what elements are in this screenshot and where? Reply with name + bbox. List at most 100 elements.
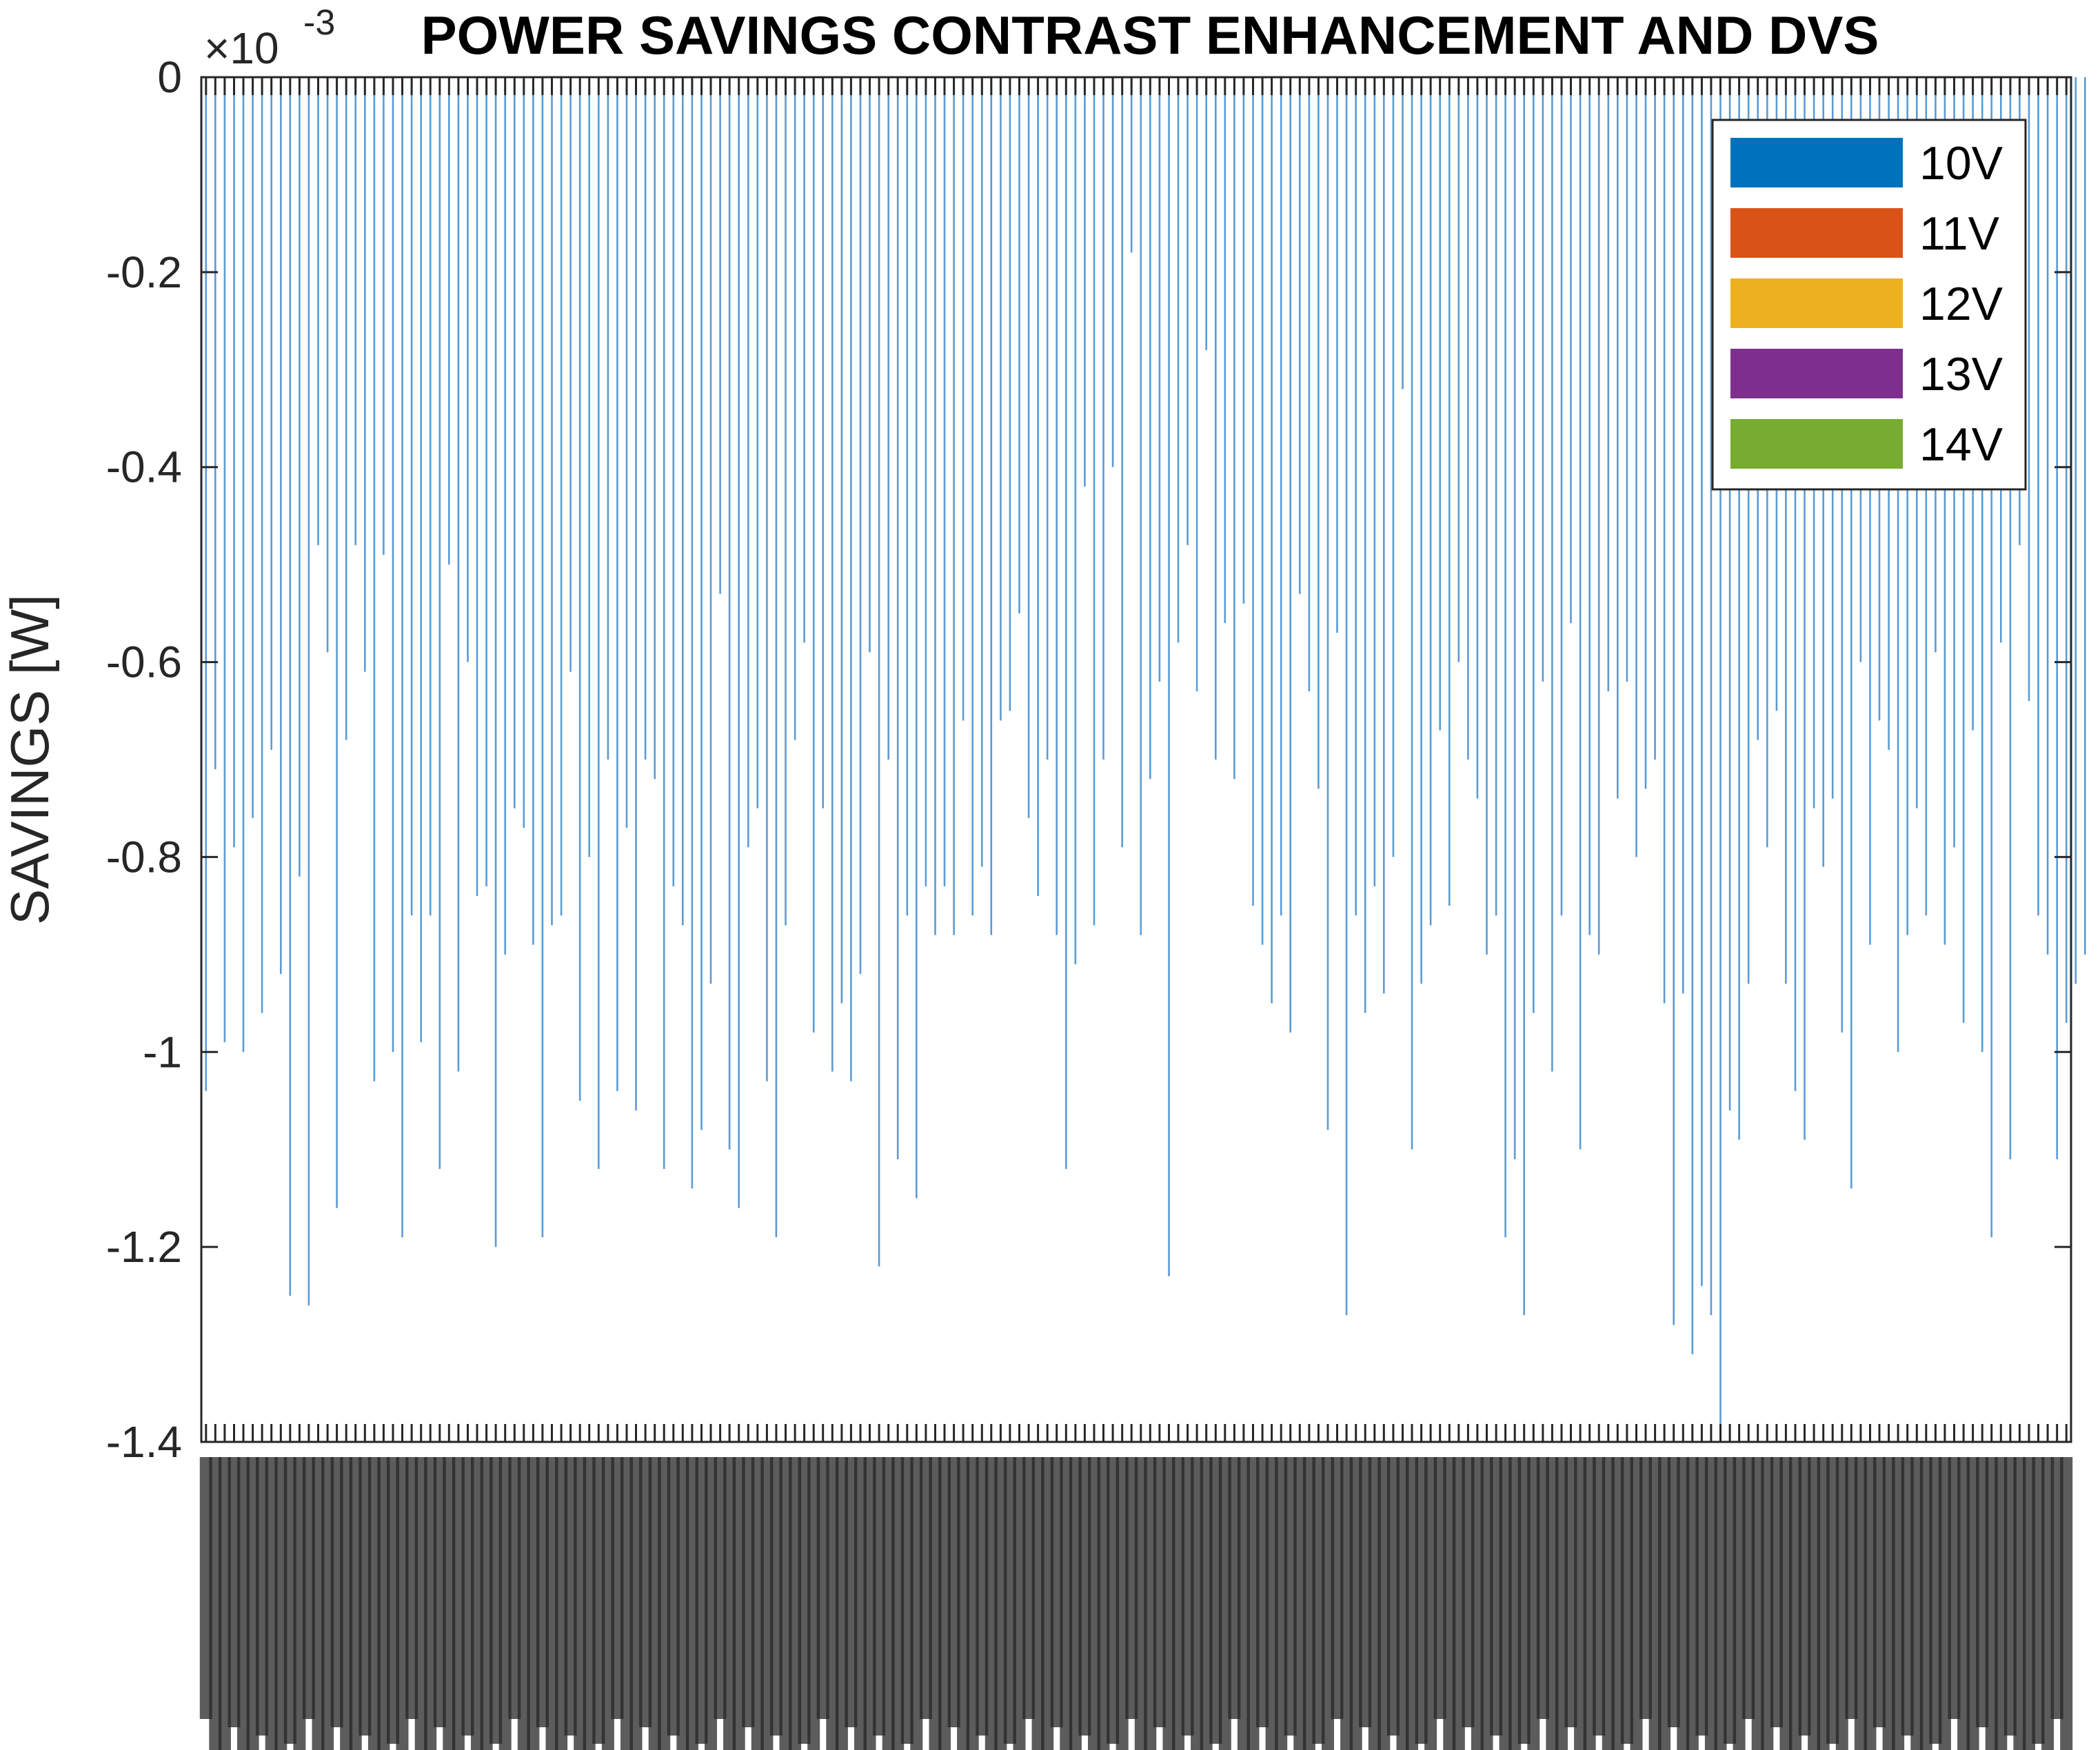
bar [1102, 77, 1104, 760]
bar [1130, 77, 1133, 253]
bar [691, 77, 694, 1189]
bar [261, 77, 263, 1013]
bar [1486, 77, 1488, 955]
legend-label: 10V [1919, 137, 2003, 190]
bar [551, 77, 553, 926]
bar [476, 77, 478, 896]
bar [738, 77, 740, 1208]
legend-label: 11V [1919, 207, 2000, 260]
bar [625, 77, 628, 828]
bar [1215, 77, 1217, 760]
bar [392, 77, 394, 1052]
bar [569, 77, 572, 672]
bar [906, 77, 909, 916]
bar [1533, 77, 1535, 1013]
bar [1691, 77, 1694, 1354]
bar [775, 77, 778, 1237]
bar [785, 77, 787, 926]
bar [326, 77, 329, 653]
bar [709, 77, 712, 984]
bar [822, 77, 824, 808]
bar [850, 77, 852, 1081]
y-tick-label: -1.4 [106, 1417, 182, 1467]
bar [438, 77, 441, 1169]
bar [1383, 77, 1385, 994]
bar [943, 77, 946, 886]
bar [1140, 77, 1142, 935]
y-tick-label: -1.2 [106, 1222, 182, 1272]
bar [728, 77, 731, 1150]
legend-swatch [1730, 208, 1903, 258]
bar [859, 77, 862, 975]
bar [1121, 77, 1123, 848]
bar [1673, 77, 1675, 1325]
chart: POWER SAVINGS CONTRAST ENHANCEMENT AND D… [0, 3, 2086, 1750]
bar [401, 77, 403, 1237]
bar [812, 77, 815, 1032]
bar [869, 77, 871, 653]
legend-label: 14V [1919, 418, 2003, 471]
bar [420, 77, 422, 1043]
bar [1542, 77, 1544, 682]
bar [831, 77, 834, 1072]
bar [1457, 77, 1460, 662]
exponent-label: ×10 -3 [204, 3, 335, 73]
bar [494, 77, 497, 1248]
bar [1402, 77, 1404, 389]
bar [2028, 77, 2030, 702]
bar [383, 77, 385, 555]
bar [1682, 77, 1684, 994]
bar [1224, 77, 1226, 623]
bar [289, 77, 292, 1296]
bar [1579, 77, 1582, 1150]
bar [1570, 77, 1572, 623]
bar [1701, 77, 1703, 1286]
y-axis-label: SAVINGS [W] [0, 594, 60, 925]
bar [1009, 77, 1011, 711]
bar [925, 77, 927, 886]
bar [1149, 77, 1151, 780]
bar [840, 77, 843, 1004]
y-tick-label: -1 [143, 1027, 182, 1077]
bar [1074, 77, 1077, 964]
bar [887, 77, 889, 760]
bar [1448, 77, 1451, 906]
bar [1654, 77, 1656, 760]
bar [1280, 77, 1282, 916]
bar [1560, 77, 1563, 916]
bar [588, 77, 590, 857]
bar [1093, 77, 1096, 926]
bar [523, 77, 525, 828]
bar [2074, 77, 2077, 984]
legend: 10V 11V 12V 13V 14V [1711, 119, 2027, 491]
bar [1326, 77, 1329, 1130]
bar [299, 77, 301, 877]
bar [663, 77, 665, 1169]
bar [560, 77, 563, 916]
bar [1392, 77, 1395, 857]
bar [682, 77, 684, 926]
bar [1158, 77, 1161, 682]
bar [1345, 77, 1348, 1316]
bar [280, 77, 282, 975]
bar [541, 77, 544, 1237]
bar [1617, 77, 1619, 799]
bar [1177, 77, 1180, 643]
bar [896, 77, 899, 1159]
bar [1252, 77, 1254, 906]
bar [1355, 77, 1357, 916]
bar [1317, 77, 1320, 789]
bar [635, 77, 637, 1111]
bar [971, 77, 973, 916]
legend-swatch [1730, 278, 1903, 328]
bar [373, 77, 376, 1081]
bar [700, 77, 703, 1130]
bar [2046, 77, 2049, 955]
chart-title: POWER SAVINGS CONTRAST ENHANCEMENT AND D… [421, 5, 1879, 65]
bar [504, 77, 506, 955]
bar [364, 77, 366, 672]
exponent-base: ×10 [204, 23, 279, 73]
bar [1205, 77, 1207, 350]
bar [1000, 77, 1002, 721]
bar [1513, 77, 1516, 1159]
